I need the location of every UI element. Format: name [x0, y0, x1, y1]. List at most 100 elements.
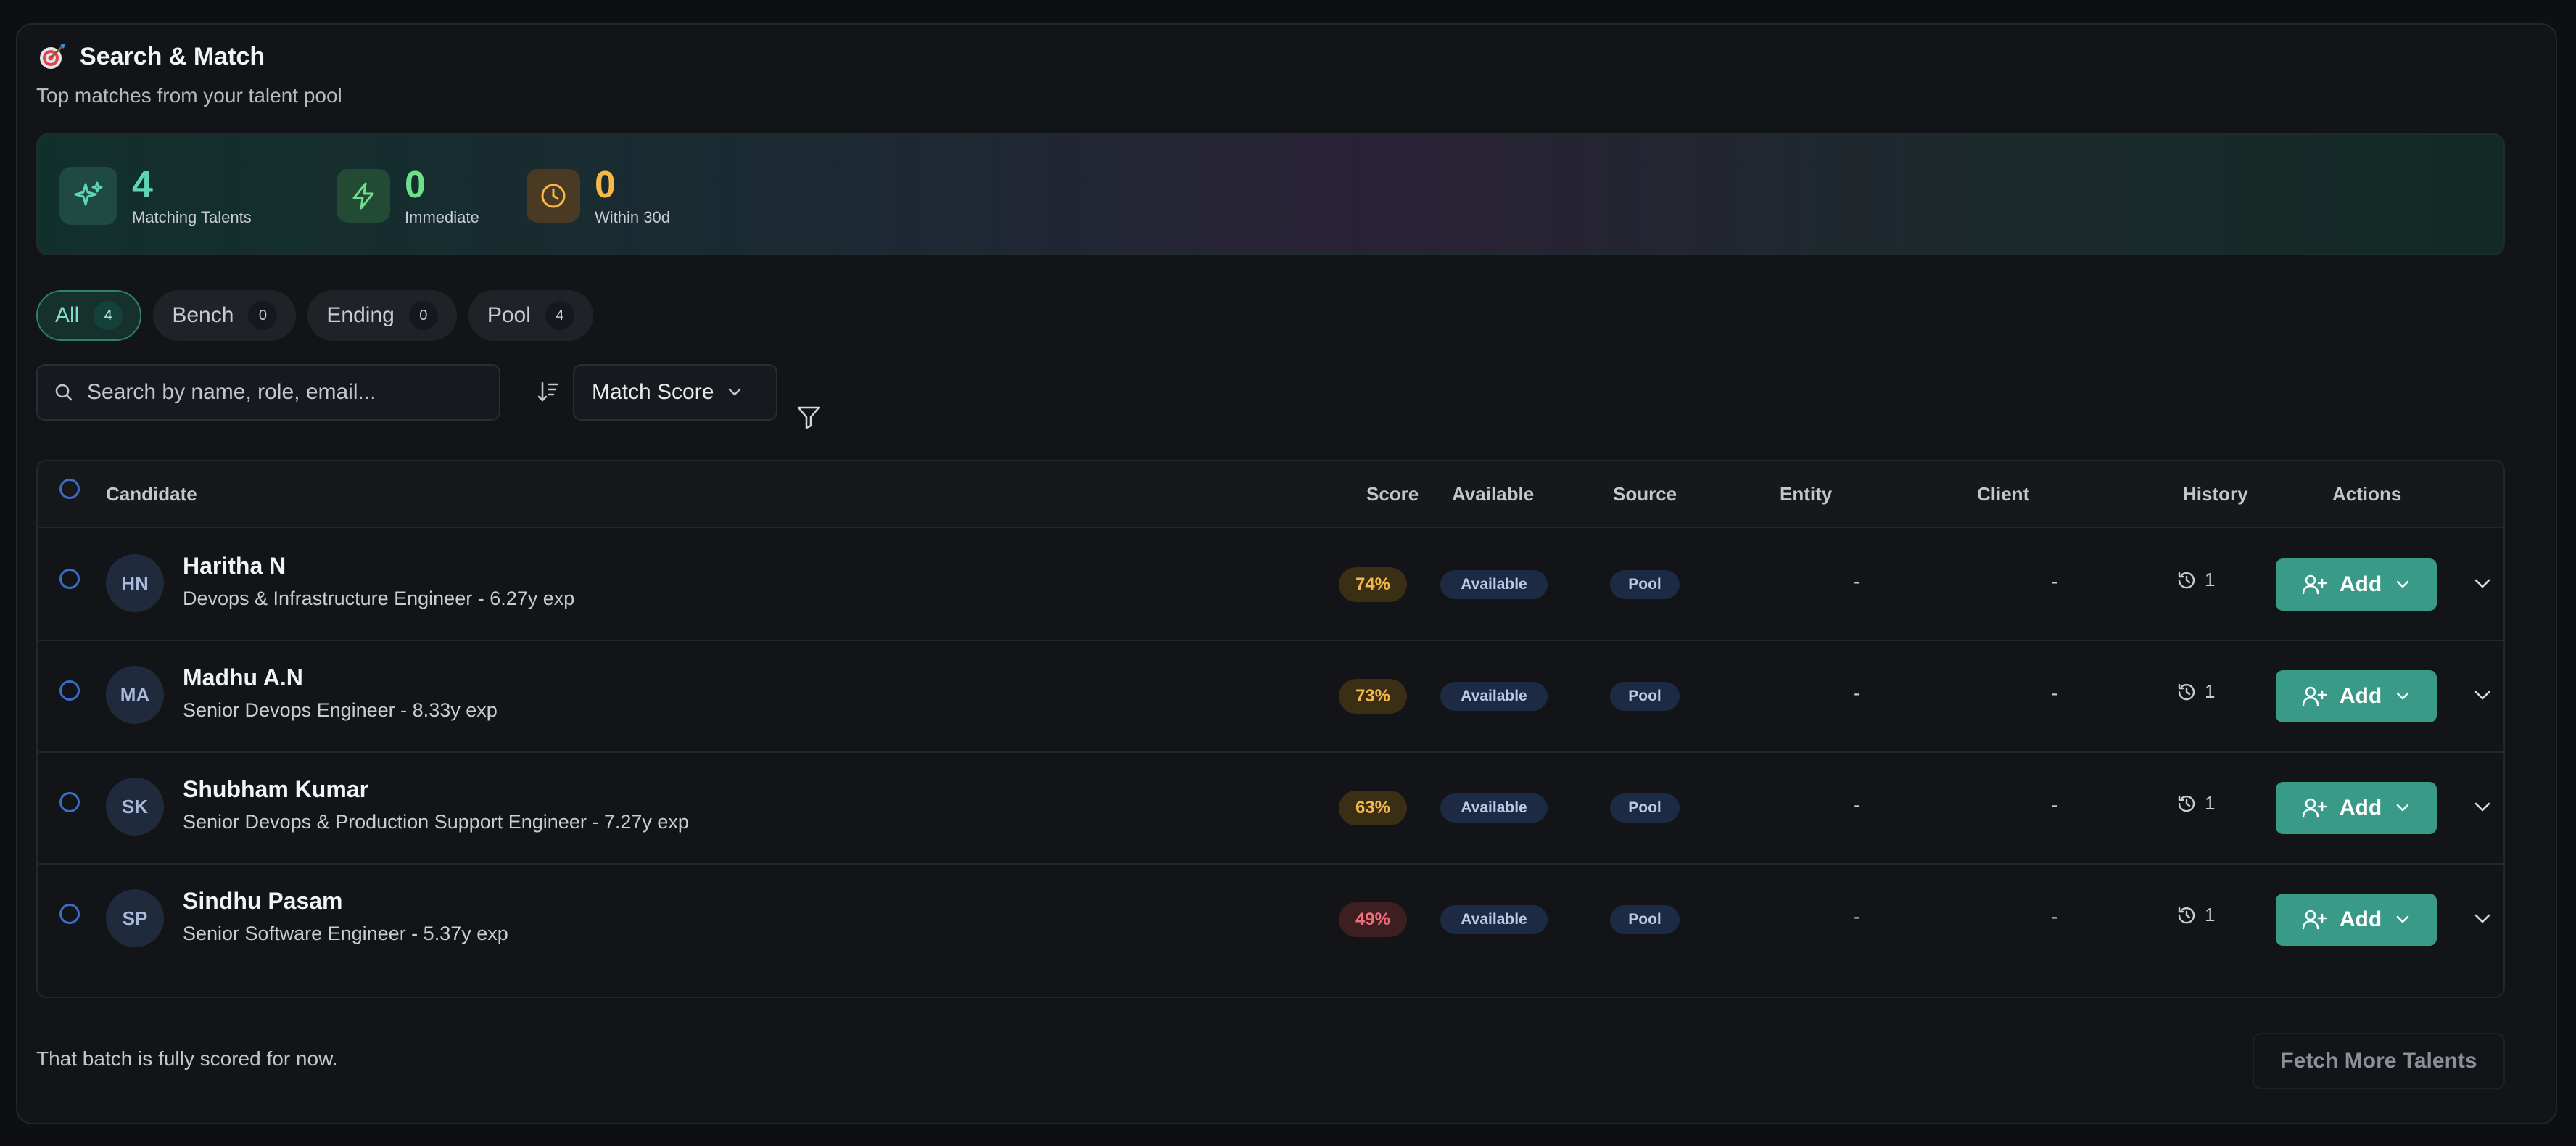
sort-select[interactable]: Match Score	[573, 364, 777, 421]
score-badge: 63%	[1339, 791, 1407, 825]
add-button-label: Add	[2339, 907, 2382, 931]
chevron-down-icon	[2396, 804, 2409, 812]
history-count: 1	[2205, 569, 2216, 590]
chevron-down-icon	[2396, 915, 2409, 923]
select-all-radio[interactable]	[59, 479, 80, 499]
candidate-name[interactable]: Sindhu Pasam	[183, 888, 343, 915]
candidate-name[interactable]: Haritha N	[183, 553, 286, 580]
page-title: Search & Match	[80, 42, 265, 70]
column-header-client: Client	[1977, 483, 2030, 505]
chevron-down-icon	[729, 388, 741, 396]
add-button-label: Add	[2339, 572, 2382, 596]
user-plus-icon	[2302, 798, 2327, 818]
sort-order-icon[interactable]	[537, 379, 560, 405]
expand-row-icon[interactable]	[2472, 910, 2493, 928]
add-button-label: Add	[2339, 684, 2382, 708]
availability-badge: Available	[1440, 682, 1548, 711]
table-header: Candidate Score Available Source Entity …	[38, 461, 2503, 528]
entity-value: -	[1854, 570, 1861, 593]
history-button[interactable]: 1	[2176, 680, 2215, 703]
add-candidate-button[interactable]: Add	[2276, 894, 2437, 946]
row-select-radio[interactable]	[59, 569, 80, 589]
avatar: MA	[106, 666, 164, 724]
score-badge: 74%	[1339, 567, 1407, 602]
add-candidate-button[interactable]: Add	[2276, 782, 2437, 834]
tab-label: Pool	[487, 303, 531, 327]
column-header-history: History	[2183, 483, 2248, 505]
column-header-candidate: Candidate	[106, 483, 197, 505]
avatar: HN	[106, 554, 164, 612]
stat-label: Matching Talents	[132, 208, 252, 226]
tab-count: 4	[94, 301, 123, 330]
add-button-label: Add	[2339, 796, 2382, 820]
history-count: 1	[2205, 792, 2216, 814]
tab-count: 0	[248, 301, 278, 330]
avatar: SP	[106, 889, 164, 947]
table-row[interactable]: HN Haritha N Devops & Infrastructure Eng…	[38, 528, 2503, 641]
target-icon	[40, 44, 65, 69]
stat-value: 0	[405, 164, 426, 206]
candidates-table: Candidate Score Available Source Entity …	[36, 460, 2505, 998]
availability-badge: Available	[1440, 793, 1548, 823]
page-subtitle: Top matches from your talent pool	[36, 84, 342, 107]
row-select-radio[interactable]	[59, 792, 80, 812]
source-badge: Pool	[1610, 682, 1680, 711]
table-row[interactable]: SK Shubham Kumar Senior Devops & Product…	[38, 751, 2503, 865]
lightning-icon	[337, 169, 390, 223]
candidate-name[interactable]: Shubham Kumar	[183, 776, 368, 803]
add-candidate-button[interactable]: Add	[2276, 558, 2437, 611]
search-input[interactable]	[86, 379, 495, 405]
user-plus-icon	[2302, 574, 2327, 595]
history-button[interactable]: 1	[2176, 792, 2215, 815]
column-header-available: Available	[1452, 483, 1535, 505]
history-button[interactable]: 1	[2176, 904, 2215, 926]
candidate-role: Senior Devops Engineer - 8.33y exp	[183, 699, 498, 721]
sort-select-label: Match Score	[592, 380, 714, 404]
tab-label: Bench	[172, 303, 234, 327]
clock-icon	[527, 169, 580, 223]
column-header-entity: Entity	[1780, 483, 1833, 505]
row-select-radio[interactable]	[59, 904, 80, 924]
expand-row-icon[interactable]	[2472, 686, 2493, 705]
filter-tabs: All 4 Bench 0 Ending 0 Pool 4	[36, 290, 593, 341]
avatar: SK	[106, 778, 164, 836]
search-box	[36, 364, 500, 421]
tab-label: Ending	[326, 303, 395, 327]
tab-ending[interactable]: Ending 0	[307, 290, 457, 341]
chevron-down-icon	[2396, 580, 2409, 588]
table-row[interactable]: MA Madhu A.N Senior Devops Engineer - 8.…	[38, 640, 2503, 753]
history-icon	[2178, 683, 2195, 700]
source-badge: Pool	[1610, 793, 1680, 823]
expand-row-icon[interactable]	[2472, 798, 2493, 817]
table-row[interactable]: SP Sindhu Pasam Senior Software Engineer…	[38, 863, 2503, 975]
fetch-more-talents-button[interactable]: Fetch More Talents	[2253, 1033, 2505, 1089]
score-badge: 49%	[1339, 902, 1407, 937]
stat-value: 0	[595, 164, 616, 206]
batch-status-message: That batch is fully scored for now.	[36, 1047, 338, 1070]
client-value: -	[2051, 682, 2058, 704]
tab-pool[interactable]: Pool 4	[468, 290, 593, 341]
history-icon	[2178, 795, 2195, 812]
tab-count: 4	[545, 301, 574, 330]
row-select-radio[interactable]	[59, 680, 80, 701]
tab-all[interactable]: All 4	[36, 290, 142, 341]
filter-icon[interactable]	[796, 405, 821, 429]
history-button[interactable]: 1	[2176, 569, 2215, 591]
stat-label: Immediate	[405, 208, 479, 226]
history-count: 1	[2205, 904, 2216, 926]
entity-value: -	[1854, 905, 1861, 928]
stat-label: Within 30d	[595, 208, 670, 226]
client-value: -	[2051, 905, 2058, 928]
candidate-role: Senior Devops & Production Support Engin…	[183, 811, 689, 833]
expand-row-icon[interactable]	[2472, 574, 2493, 593]
panel-header: Search & Match	[36, 41, 265, 73]
candidate-name[interactable]: Madhu A.N	[183, 664, 303, 691]
entity-value: -	[1854, 682, 1861, 704]
search-icon	[55, 384, 73, 401]
user-plus-icon	[2302, 686, 2327, 706]
tab-bench[interactable]: Bench 0	[153, 290, 297, 341]
availability-badge: Available	[1440, 570, 1548, 599]
add-candidate-button[interactable]: Add	[2276, 670, 2437, 722]
candidate-role: Senior Software Engineer - 5.37y exp	[183, 923, 508, 944]
sparkle-icon	[59, 167, 117, 225]
